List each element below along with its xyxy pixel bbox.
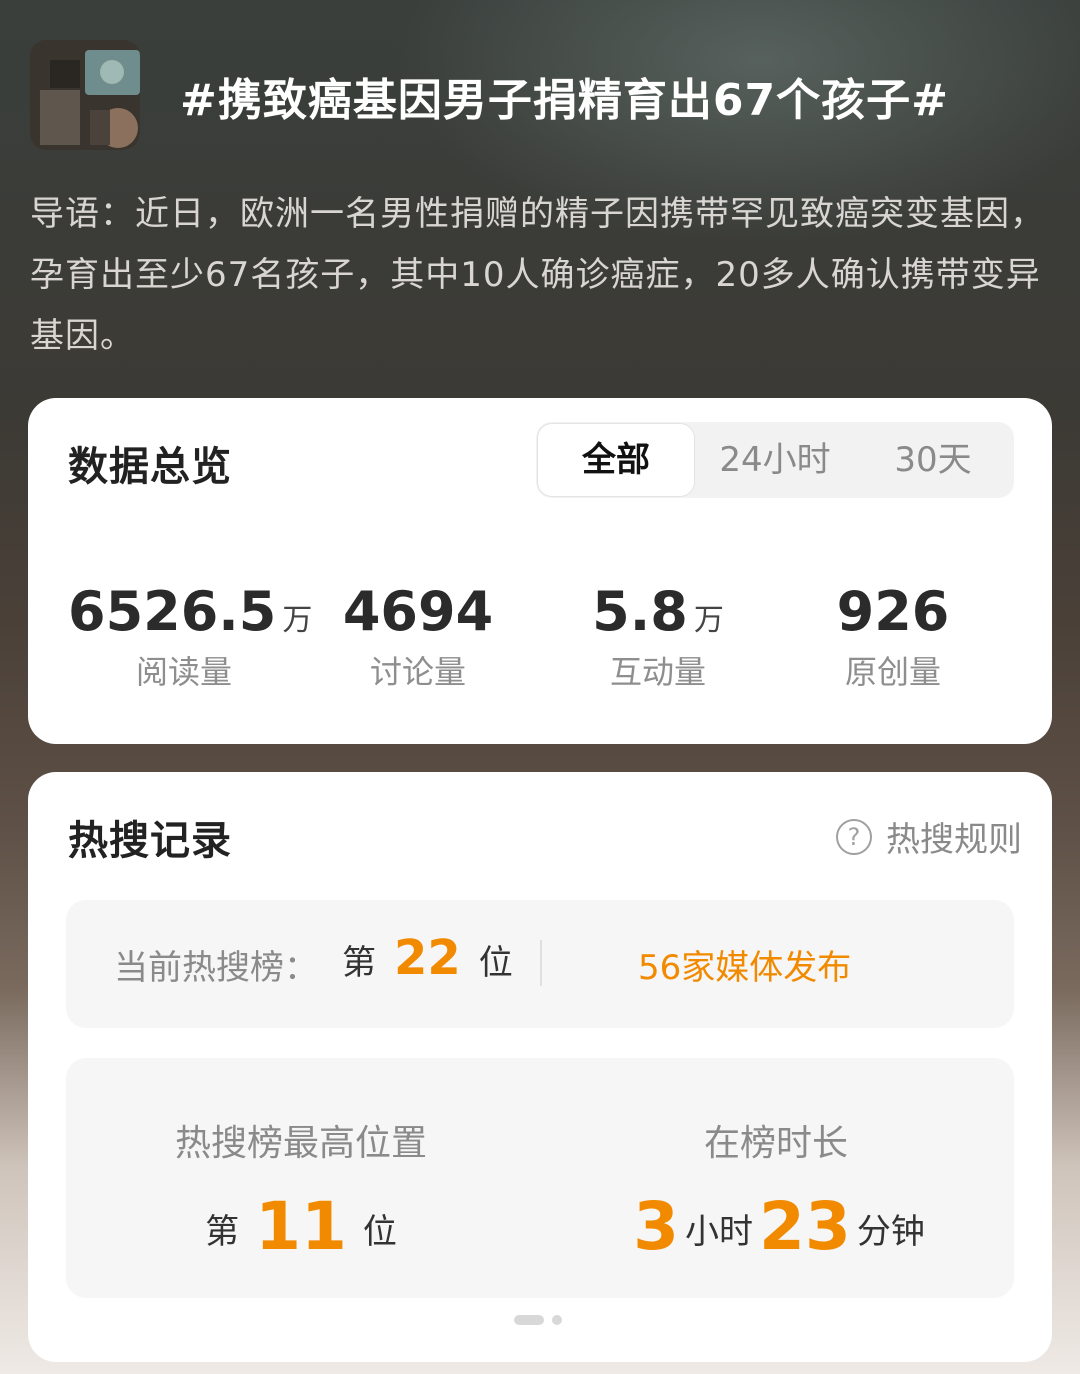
best-rank-panel: 热搜榜最高位置 第 11 位 在榜时长 3 小时23 分钟 — [66, 1058, 1014, 1298]
hot-search-title: 热搜记录 — [68, 818, 232, 864]
stat-value: 926 — [798, 580, 988, 643]
stat-discussions: 4694 讨论量 — [328, 580, 508, 693]
intro-label: 导语： — [30, 194, 135, 234]
page-dot — [552, 1315, 562, 1325]
stat-number: 926 — [836, 580, 950, 643]
data-overview-card: 数据总览 全部 24小时 30天 6526.5 万 阅读量 4694 讨论量 5.… — [28, 398, 1052, 744]
current-rank-panel: 当前热搜榜： 第 22 位 56家媒体发布 — [66, 900, 1014, 1028]
current-rank: 第 22 位 — [342, 930, 513, 986]
overview-title: 数据总览 — [68, 444, 232, 490]
stat-value: 6526.5 万 — [68, 580, 312, 643]
stat-label: 互动量 — [609, 653, 706, 691]
thumbnail-photo-icon — [30, 40, 140, 150]
stat-number: 4694 — [342, 580, 494, 643]
highest-rank-number: 11 — [255, 1188, 347, 1265]
hours-unit: 小时 — [685, 1212, 754, 1252]
hot-search-card: 热搜记录 ? 热搜规则 当前热搜榜： 第 22 位 56家媒体发布 热搜榜最高位置 … — [28, 772, 1052, 1362]
rank-suffix: 位 — [478, 943, 513, 983]
topic-thumbnail[interactable] — [30, 40, 140, 150]
time-on-list: 在榜时长 3 小时23 分钟 — [586, 1114, 966, 1265]
stat-unit: 万 — [693, 603, 724, 638]
hours-number: 3 — [633, 1188, 680, 1265]
stat-value: 5.8 万 — [568, 580, 748, 643]
highest-position-label: 热搜榜最高位置 — [174, 1123, 427, 1164]
topic-title: #携致癌基因男子捐精育出67个孩子# — [180, 75, 949, 126]
topic-header: #携致癌基因男子捐精育出67个孩子# 导语：近日，欧洲一名男性捐赠的精子因携带罕… — [0, 0, 1080, 400]
tab-24-hours[interactable]: 24小时 — [696, 422, 854, 498]
time-on-list-label: 在榜时长 — [703, 1123, 848, 1164]
stat-label: 讨论量 — [369, 653, 466, 691]
stat-interactions: 5.8 万 互动量 — [568, 580, 748, 693]
time-range-tabs: 全部 24小时 30天 — [536, 422, 1014, 498]
tab-all[interactable]: 全部 — [538, 424, 694, 496]
divider — [540, 940, 542, 986]
hot-search-rules-link[interactable]: ? 热搜规则 — [836, 812, 1022, 861]
current-rank-number: 22 — [394, 930, 461, 986]
stat-original-posts: 926 原创量 — [798, 580, 988, 693]
minutes-number: 23 — [759, 1188, 851, 1265]
stat-label: 原创量 — [844, 653, 941, 691]
rank-prefix: 第 — [205, 1212, 240, 1252]
rank-suffix: 位 — [362, 1212, 397, 1252]
time-on-list-value: 3 小时23 分钟 — [586, 1188, 966, 1265]
highest-position: 热搜榜最高位置 第 11 位 — [126, 1114, 476, 1265]
question-mark-icon: ? — [836, 818, 872, 855]
minutes-unit: 分钟 — [856, 1212, 925, 1252]
intro-text: 近日，欧洲一名男性捐赠的精子因携带罕见致癌突变基因，孕育出至少67名孩子，其中1… — [30, 194, 1045, 356]
highest-position-value: 第 11 位 — [126, 1188, 476, 1265]
stat-label: 阅读量 — [135, 653, 232, 691]
page-indicator[interactable] — [514, 1310, 562, 1329]
media-count-link[interactable]: 56家媒体发布 — [638, 940, 851, 989]
stat-number: 6526.5 — [68, 580, 277, 643]
stat-reads: 6526.5 万 阅读量 — [68, 580, 312, 693]
topic-intro: 导语：近日，欧洲一名男性捐赠的精子因携带罕见致癌突变基因，孕育出至少67名孩子，… — [30, 184, 1050, 367]
tab-30-days[interactable]: 30天 — [854, 422, 1012, 498]
stat-number: 5.8 — [592, 580, 688, 643]
current-rank-label: 当前热搜榜： — [114, 948, 318, 988]
stat-unit: 万 — [282, 603, 313, 638]
page-dot-active — [514, 1315, 544, 1325]
rules-label: 热搜规则 — [886, 820, 1022, 860]
stat-value: 4694 — [328, 580, 508, 643]
rank-prefix: 第 — [342, 943, 376, 983]
